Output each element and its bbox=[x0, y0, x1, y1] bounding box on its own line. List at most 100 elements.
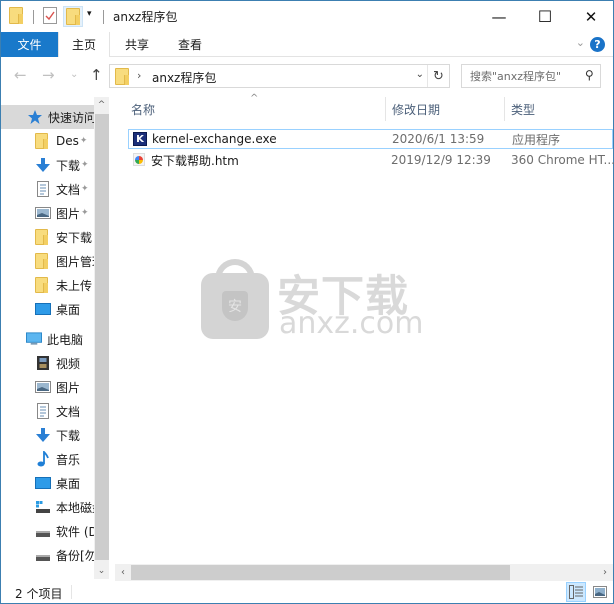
tab-home[interactable]: 主页 bbox=[58, 32, 110, 57]
star-icon bbox=[28, 110, 42, 124]
nav-item-downloads-pinned[interactable]: 下载 ✦ bbox=[1, 153, 94, 177]
nav-item-backup-drive[interactable]: 备份[勿 bbox=[1, 543, 94, 567]
scroll-right-arrow[interactable]: › bbox=[597, 564, 613, 581]
minimize-button[interactable]: — bbox=[476, 1, 522, 32]
file-date: 2019/12/9 12:39 bbox=[391, 153, 491, 167]
picture-icon bbox=[35, 207, 51, 219]
nav-item-videos[interactable]: 视频 bbox=[1, 351, 94, 375]
nav-item-music[interactable]: 音乐 bbox=[1, 447, 94, 471]
file-explorer-window: ▾ anxz程序包 — ☐ ✕ 文件 主页 共享 查看 ⌄ ? ← → ⌄ ↑ … bbox=[0, 0, 614, 604]
nav-item-picture-management[interactable]: 图片管理 bbox=[1, 249, 94, 273]
customize-quick-access-dropdown[interactable]: ▾ bbox=[87, 9, 92, 19]
toolbar-separator bbox=[103, 10, 104, 24]
folder-icon bbox=[35, 133, 51, 149]
search-box[interactable]: ⚲ bbox=[461, 64, 601, 88]
nav-item-software-drive[interactable]: 软件 (D bbox=[1, 519, 94, 543]
nav-item-pictures-pinned[interactable]: 图片 ✦ bbox=[1, 201, 94, 225]
column-header-date-modified[interactable]: 修改日期 bbox=[392, 97, 502, 121]
column-divider[interactable] bbox=[385, 97, 386, 121]
drive-icon bbox=[36, 555, 50, 561]
nav-item-anxz-folder[interactable]: 安下载 bbox=[1, 225, 94, 249]
scrollbar-thumb[interactable] bbox=[131, 565, 510, 580]
nav-label: 图片 bbox=[56, 380, 81, 395]
document-icon bbox=[37, 181, 49, 197]
nav-item-local-disk[interactable]: 本地磁盘 bbox=[1, 495, 94, 519]
tab-share[interactable]: 共享 bbox=[110, 32, 164, 57]
properties-icon bbox=[43, 7, 57, 24]
nav-item-documents[interactable]: 文档 bbox=[1, 399, 94, 423]
search-input[interactable] bbox=[470, 68, 580, 84]
horizontal-scrollbar[interactable]: ‹ › bbox=[115, 564, 613, 581]
nav-label: 桌面 bbox=[56, 476, 81, 491]
nav-label: Des bbox=[56, 134, 79, 148]
computer-icon bbox=[26, 332, 42, 345]
column-header-type[interactable]: 类型 bbox=[511, 97, 611, 121]
nav-item-desktop[interactable]: 桌面 bbox=[1, 297, 94, 321]
desktop-icon bbox=[35, 477, 51, 489]
forward-button[interactable]: → bbox=[42, 66, 55, 84]
help-icon[interactable]: ? bbox=[590, 37, 605, 52]
nav-label: 下载 bbox=[56, 428, 81, 443]
file-row[interactable]: K kernel-exchange.exe 2020/6/1 13:59 应用程… bbox=[128, 129, 613, 149]
properties-quick-button[interactable] bbox=[43, 7, 57, 24]
nav-item-pictures[interactable]: 图片 bbox=[1, 375, 94, 399]
large-icons-view-icon bbox=[593, 586, 607, 598]
nav-item-not-uploaded[interactable]: 未上传 bbox=[1, 273, 94, 297]
refresh-icon: ↻ bbox=[433, 68, 444, 84]
nav-label: 视频 bbox=[56, 356, 81, 371]
address-bar[interactable]: › anxz程序包 ⌄ ↻ bbox=[109, 64, 450, 88]
breadcrumb-current-folder[interactable]: anxz程序包 bbox=[152, 69, 216, 86]
nav-label: 备份[勿 bbox=[56, 548, 94, 563]
expand-ribbon-chevron-icon[interactable]: ⌄ bbox=[576, 36, 585, 49]
large-icons-view-button[interactable] bbox=[590, 582, 610, 602]
address-history-dropdown[interactable]: ⌄ bbox=[416, 69, 424, 80]
nav-item-documents-pinned[interactable]: 文档 ✦ bbox=[1, 177, 94, 201]
nav-label: 文档 bbox=[56, 404, 81, 419]
breadcrumb-separator[interactable]: › bbox=[137, 69, 141, 82]
pin-icon: ✦ bbox=[81, 184, 89, 194]
close-button[interactable]: ✕ bbox=[568, 1, 614, 32]
nav-quick-access[interactable]: 快速访问 bbox=[1, 105, 94, 129]
nav-item-downloads[interactable]: 下载 bbox=[1, 423, 94, 447]
nav-pane-scrollbar[interactable]: ^ ⌄ bbox=[94, 97, 109, 579]
file-name: 安下载帮助.htm bbox=[151, 153, 239, 168]
nav-label: 未上传 bbox=[56, 278, 93, 293]
details-view-button[interactable] bbox=[566, 582, 586, 602]
new-folder-quick-button[interactable] bbox=[63, 6, 83, 27]
pin-icon: ✦ bbox=[79, 136, 88, 146]
maximize-button[interactable]: ☐ bbox=[522, 1, 568, 32]
scroll-down-arrow[interactable]: ⌄ bbox=[94, 563, 109, 579]
nav-label: 本地磁盘 bbox=[56, 500, 94, 515]
search-icon[interactable]: ⚲ bbox=[585, 68, 594, 82]
recent-locations-dropdown[interactable]: ⌄ bbox=[70, 69, 78, 80]
tab-file[interactable]: 文件 bbox=[1, 32, 58, 57]
maximize-icon: ☐ bbox=[537, 7, 553, 26]
tab-view[interactable]: 查看 bbox=[164, 32, 216, 57]
nav-label: 此电脑 bbox=[47, 332, 84, 347]
pin-icon: ✦ bbox=[81, 208, 89, 218]
up-button[interactable]: ↑ bbox=[90, 66, 103, 84]
column-header-name[interactable]: 名称 bbox=[131, 97, 385, 121]
folder-icon bbox=[35, 229, 51, 245]
file-type: 应用程序 bbox=[512, 132, 561, 147]
watermark-shield-icon: 安 bbox=[222, 291, 248, 321]
scroll-up-arrow[interactable]: ^ bbox=[94, 97, 109, 113]
file-date: 2020/6/1 13:59 bbox=[392, 132, 485, 146]
html-file-icon bbox=[133, 153, 145, 166]
scroll-left-arrow[interactable]: ‹ bbox=[115, 564, 131, 581]
nav-item-desktop-pc[interactable]: 桌面 bbox=[1, 471, 94, 495]
nav-this-pc[interactable]: 此电脑 bbox=[1, 327, 94, 351]
file-row[interactable]: 安下载帮助.htm 2019/12/9 12:39 360 Chrome HT.… bbox=[128, 150, 614, 170]
nav-item-desktop-pinned[interactable]: Des ✦ bbox=[1, 129, 94, 153]
folder-icon bbox=[35, 253, 51, 269]
exe-icon: K bbox=[133, 132, 147, 146]
refresh-button[interactable]: ↻ bbox=[427, 65, 449, 87]
status-bar: 2 个项目 bbox=[1, 581, 613, 603]
scrollbar-thumb[interactable] bbox=[95, 114, 109, 560]
navigation-pane: 快速访问 Des✦ 下载✦ 文档✦ 图片✦ 安下载 图片管理 未上传 bbox=[1, 97, 109, 579]
column-divider[interactable] bbox=[504, 97, 505, 121]
file-type: 360 Chrome HT... bbox=[511, 153, 614, 167]
system-drive-icon bbox=[36, 501, 50, 513]
folder-icon bbox=[115, 68, 129, 85]
back-button[interactable]: ← bbox=[14, 66, 27, 84]
